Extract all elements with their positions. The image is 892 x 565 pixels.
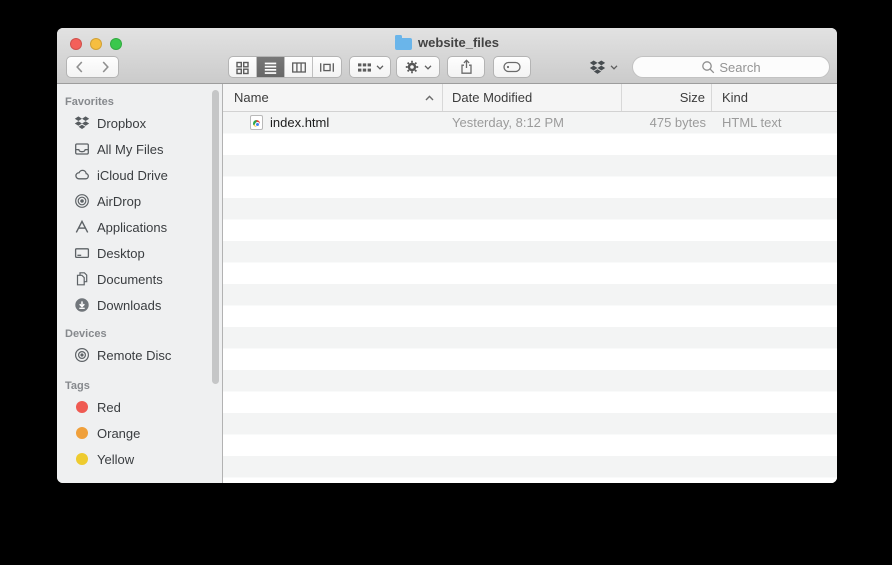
action-menu-button[interactable] — [396, 56, 440, 78]
file-rows-area: index.html Yesterday, 8:12 PM 475 bytes … — [223, 112, 837, 483]
file-name: index.html — [270, 115, 329, 130]
sidebar-item-label: AirDrop — [97, 194, 141, 209]
dropbox-menu-button[interactable] — [581, 56, 625, 78]
gear-icon — [404, 59, 420, 75]
sidebar-item-tag-red[interactable]: Red — [57, 394, 222, 420]
column-view-icon — [291, 60, 307, 75]
file-kind: HTML text — [712, 115, 837, 130]
sidebar-item-label: Red — [97, 400, 121, 415]
sidebar-item-all-my-files[interactable]: All My Files — [57, 136, 222, 162]
chevron-down-icon — [376, 65, 384, 70]
sidebar-item-airdrop[interactable]: AirDrop — [57, 188, 222, 214]
sidebar-section-devices: Devices — [65, 326, 222, 342]
finder-window: website_files — [57, 28, 837, 483]
sidebar-item-icloud-drive[interactable]: iCloud Drive — [57, 162, 222, 188]
arrange-icon — [357, 61, 372, 74]
view-mode-segmented-control — [228, 56, 342, 78]
tag-icon — [503, 61, 521, 73]
sidebar-item-downloads[interactable]: Downloads — [57, 292, 222, 318]
search-input[interactable]: Search — [632, 56, 830, 78]
folder-icon — [395, 38, 412, 50]
documents-icon — [74, 271, 90, 287]
sidebar-item-applications[interactable]: Applications — [57, 214, 222, 240]
sidebar-scrollbar[interactable] — [212, 90, 219, 384]
tag-button[interactable] — [493, 56, 531, 78]
column-header-name[interactable]: Name — [223, 84, 443, 111]
dropbox-icon — [589, 60, 606, 75]
airdrop-icon — [74, 193, 90, 209]
sidebar-item-desktop[interactable]: Desktop — [57, 240, 222, 266]
back-button[interactable] — [66, 56, 93, 78]
cloud-icon — [74, 167, 90, 183]
window-title-text: website_files — [418, 35, 499, 50]
html-file-icon — [250, 115, 263, 130]
file-size: 475 bytes — [622, 115, 712, 130]
search-icon — [701, 60, 715, 74]
chevron-down-icon — [424, 65, 432, 70]
sidebar-item-label: Orange — [97, 426, 140, 441]
list-view-button[interactable] — [257, 57, 285, 77]
screenshot-background: website_files — [0, 0, 892, 565]
sidebar-item-dropbox[interactable]: Dropbox — [57, 110, 222, 136]
remote-disc-icon — [74, 347, 90, 363]
list-header: Name Date Modified Size Kind — [223, 84, 837, 112]
file-list: Name Date Modified Size Kind — [223, 84, 837, 483]
column-header-kind[interactable]: Kind — [712, 84, 837, 111]
coverflow-view-icon — [319, 60, 335, 75]
search-placeholder: Search — [719, 60, 760, 75]
column-view-button[interactable] — [285, 57, 313, 77]
sidebar-item-label: Documents — [97, 272, 163, 287]
sidebar-item-remote-disc[interactable]: Remote Disc — [57, 342, 222, 368]
sidebar-item-documents[interactable]: Documents — [57, 266, 222, 292]
arrange-button[interactable] — [349, 56, 391, 78]
table-row[interactable]: index.html Yesterday, 8:12 PM 475 bytes … — [223, 112, 837, 134]
sidebar-section-tags: Tags — [65, 378, 222, 394]
list-view-icon — [263, 60, 278, 75]
chevron-right-icon — [101, 61, 110, 73]
icon-view-icon — [235, 60, 250, 75]
sidebar-item-label: iCloud Drive — [97, 168, 168, 183]
sidebar-item-label: Yellow — [97, 452, 134, 467]
sidebar-item-label: All My Files — [97, 142, 163, 157]
downloads-icon — [74, 297, 90, 313]
sidebar-item-label: Desktop — [97, 246, 145, 261]
sidebar-item-label: Dropbox — [97, 116, 146, 131]
column-header-size[interactable]: Size — [622, 84, 712, 111]
desktop-icon — [74, 245, 90, 261]
dropbox-icon — [74, 115, 90, 131]
chevron-left-icon — [75, 61, 84, 73]
icon-view-button[interactable] — [229, 57, 257, 77]
window-title: website_files — [57, 35, 837, 50]
column-header-date-modified[interactable]: Date Modified — [443, 84, 622, 111]
window-body: Favorites Dropbox All My Files — [57, 84, 837, 483]
chevron-down-icon — [610, 65, 618, 70]
red-tag-icon — [74, 399, 90, 415]
all-my-files-icon — [74, 141, 90, 157]
share-button[interactable] — [447, 56, 485, 78]
sort-ascending-icon — [425, 95, 434, 101]
share-icon — [459, 59, 474, 75]
orange-tag-icon — [74, 425, 90, 441]
coverflow-view-button[interactable] — [313, 57, 341, 77]
forward-button[interactable] — [92, 56, 119, 78]
toolbar: Search — [57, 56, 837, 78]
sidebar: Favorites Dropbox All My Files — [57, 84, 223, 483]
sidebar-item-label: Downloads — [97, 298, 161, 313]
applications-icon — [74, 219, 90, 235]
sidebar-item-label: Applications — [97, 220, 167, 235]
sidebar-item-tag-yellow[interactable]: Yellow — [57, 446, 222, 472]
yellow-tag-icon — [74, 451, 90, 467]
titlebar-toolbar: website_files — [57, 28, 837, 84]
sidebar-section-favorites: Favorites — [65, 94, 222, 110]
file-date-modified: Yesterday, 8:12 PM — [443, 115, 622, 130]
sidebar-item-tag-orange[interactable]: Orange — [57, 420, 222, 446]
sidebar-item-label: Remote Disc — [97, 348, 171, 363]
